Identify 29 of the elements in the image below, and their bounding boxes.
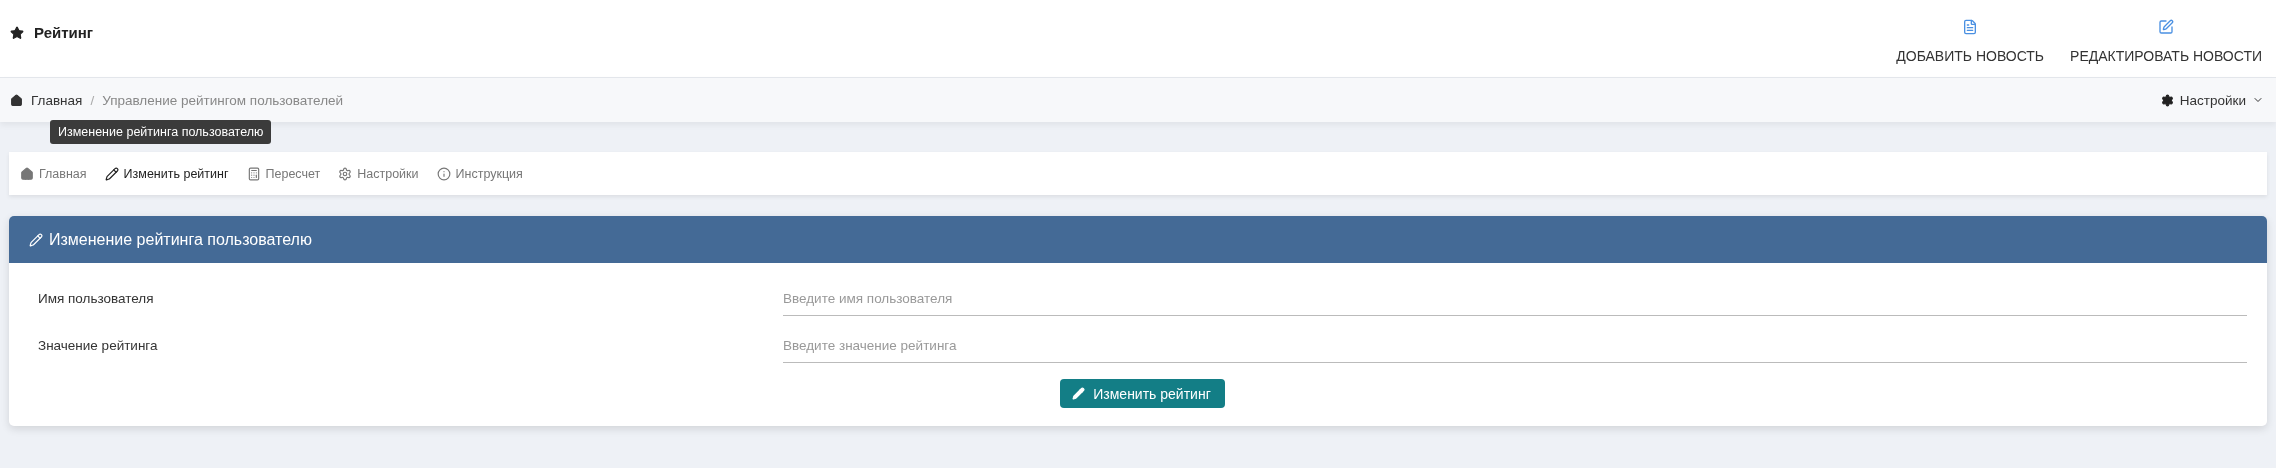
breadcrumb-separator: /	[90, 92, 95, 108]
star-icon	[10, 25, 24, 40]
pencil-icon	[1072, 387, 1086, 400]
settings-menu-button[interactable]: Настройки	[2160, 92, 2264, 108]
tooltip: Изменение рейтинга пользователю	[50, 120, 272, 144]
pencil-icon	[104, 166, 119, 181]
document-icon	[1962, 19, 1979, 35]
info-icon	[436, 166, 451, 181]
edit-icon	[2158, 19, 2174, 35]
toolbar-link[interactable]: Главная	[20, 166, 87, 181]
calculator-icon	[246, 166, 261, 181]
toolbar-link[interactable]: Изменить рейтинг	[104, 166, 229, 181]
header-action-link[interactable]: ДОБАВИТЬ НОВОСТЬ	[1896, 13, 2045, 64]
field-label: Имя пользователя	[38, 291, 155, 308]
gear-icon	[2160, 93, 2174, 107]
home-icon	[20, 166, 34, 181]
home-icon	[10, 93, 23, 107]
gear-icon	[338, 166, 353, 181]
panel-title: Изменение рейтинга пользователю	[49, 230, 312, 249]
header-action-link[interactable]: РЕДАКТИРОВАТЬ НОВОСТИ	[2070, 13, 2262, 64]
breadcrumb-current: Управление рейтингом пользователей	[102, 92, 344, 108]
submit-button[interactable]: Изменить рейтинг	[1060, 379, 1225, 408]
field-label: Значение рейтинга	[38, 338, 159, 355]
breadcrumb-link[interactable]: Главная	[31, 92, 83, 108]
toolbar-link[interactable]: Инструкция	[436, 166, 523, 181]
pencil-icon	[29, 232, 43, 247]
toolbar-link[interactable]: Пересчет	[246, 166, 321, 181]
toolbar-link[interactable]: Настройки	[338, 166, 419, 181]
page-title: Рейтинг	[34, 24, 94, 41]
